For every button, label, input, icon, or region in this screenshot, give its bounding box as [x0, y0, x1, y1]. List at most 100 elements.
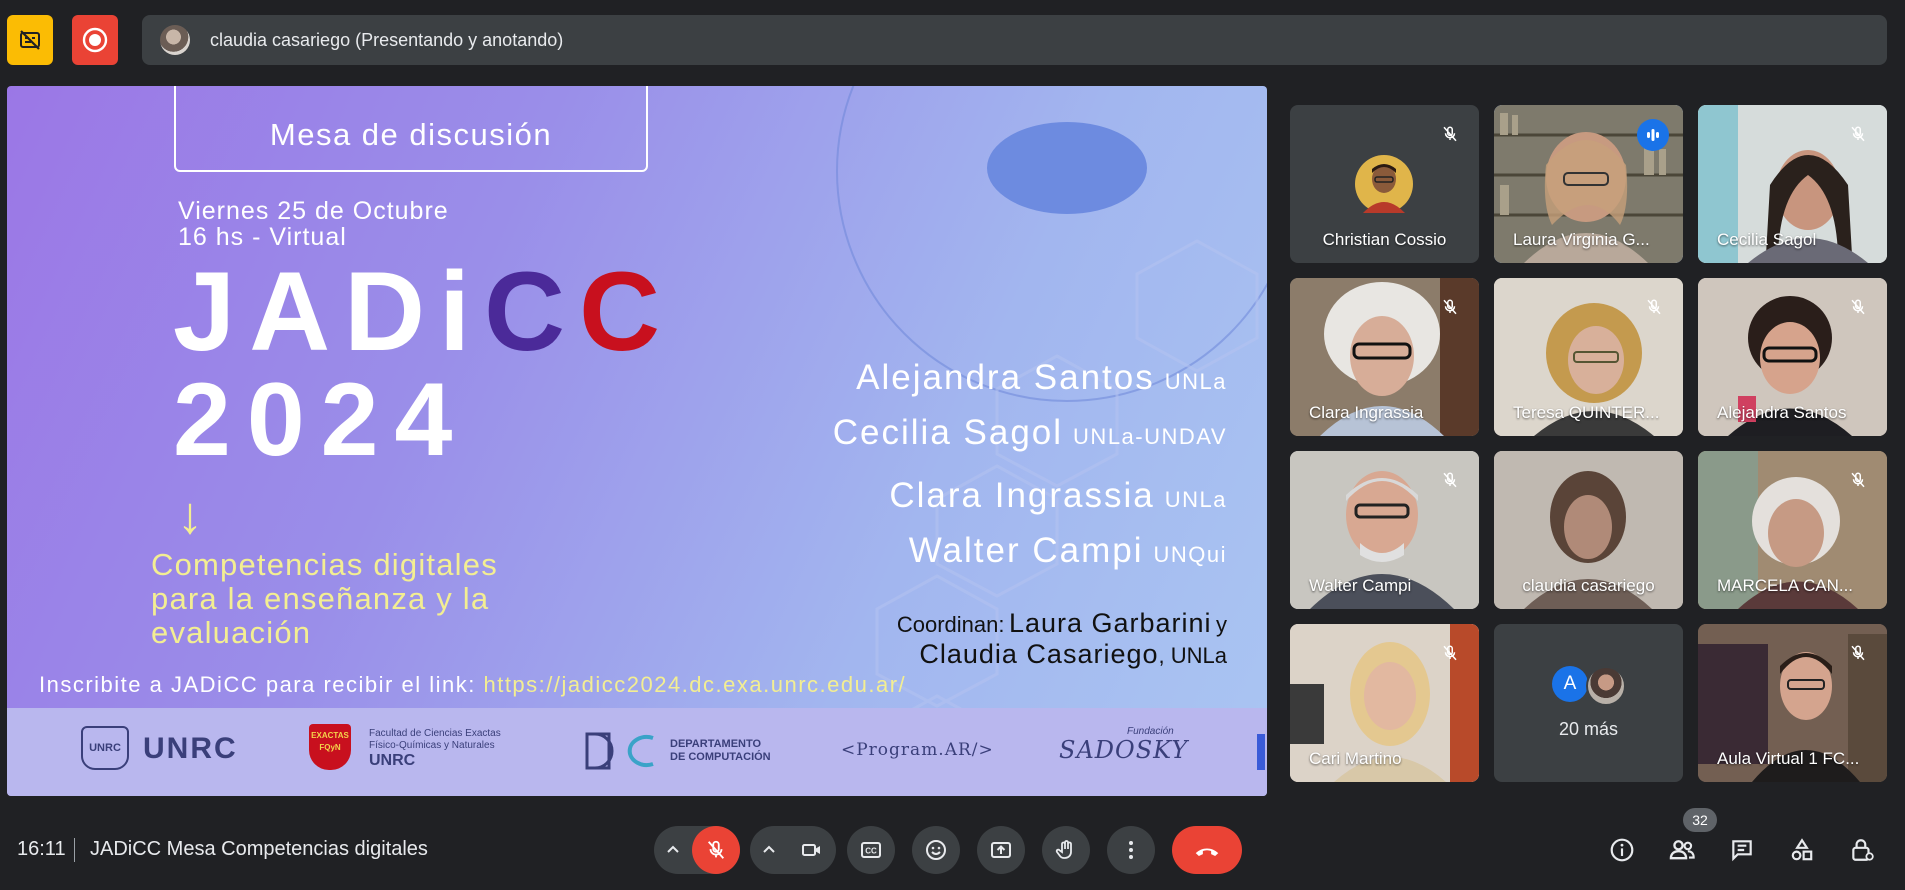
topic-line3: evaluación: [151, 615, 312, 650]
facultad-line2: Físico-Químicas y Naturales: [369, 740, 495, 751]
presenter-label: claudia casariego (Presentando y anotand…: [210, 29, 564, 50]
raise-hand-icon: [1055, 840, 1072, 859]
speaker-org: UNLa-UNDAV: [1073, 424, 1227, 449]
participant-name: Walter Campi: [1309, 576, 1412, 595]
people-button[interactable]: [1661, 829, 1703, 871]
presenter-banner[interactable]: claudia casariego (Presentando y anotand…: [142, 15, 1887, 65]
event-title-part2: C: [484, 249, 580, 374]
participant-tile[interactable]: MARCELA CAN...: [1698, 451, 1887, 609]
more-participants-tile[interactable]: A 20 más: [1494, 624, 1683, 782]
avatar: [1586, 666, 1626, 706]
exactas-badge-label2: FQyN: [319, 743, 341, 752]
speaker-name: Cecilia Sagol: [832, 413, 1064, 452]
participant-name: Aula Virtual 1 FC...: [1717, 749, 1860, 768]
more-options-button[interactable]: [1107, 826, 1155, 874]
speaker-1: Alejandra Santos UNLa: [856, 358, 1227, 398]
slide-date-line1: Viernes 25 de Octubre: [178, 197, 449, 225]
participant-name: Alejandra Santos: [1717, 403, 1847, 422]
host-controls-icon: [1852, 839, 1874, 861]
mic-off-icon: [1647, 299, 1661, 315]
speaker-name: Clara Ingrassia: [889, 476, 1155, 515]
participant-tile[interactable]: Alejandra Santos: [1698, 278, 1887, 436]
mic-off-icon: [1443, 472, 1457, 488]
coord-name2: Claudia Casariego: [919, 639, 1159, 669]
activities-button[interactable]: [1781, 829, 1823, 871]
recording-indicator[interactable]: [72, 15, 118, 65]
participant-name: MARCELA CAN...: [1717, 576, 1854, 595]
down-arrow-icon: ↓: [177, 487, 203, 545]
end-call-button[interactable]: [1172, 826, 1242, 874]
participant-tile[interactable]: Cecilia Sagol: [1698, 105, 1887, 263]
mic-toggle-button[interactable]: [692, 826, 740, 874]
more-vert-icon: [1129, 841, 1133, 859]
dc-logo-text: DEPARTAMENTO DE COMPUTACIÓN: [670, 738, 771, 764]
dc-line2: DE COMPUTACIÓN: [670, 751, 771, 763]
participant-tile[interactable]: Clara Ingrassia: [1290, 278, 1479, 436]
participant-tile[interactable]: Walter Campi: [1290, 451, 1479, 609]
mic-off-indicator: [1437, 640, 1463, 666]
svg-text:CC: CC: [865, 847, 877, 856]
speaker-org: UNLa: [1164, 487, 1227, 512]
people-icon: [1669, 840, 1695, 860]
record-icon: [82, 27, 108, 53]
chat-button[interactable]: [1721, 829, 1763, 871]
event-title: JADiCC: [173, 256, 674, 368]
present-icon: [991, 842, 1011, 858]
unrc-emblem-icon: UNRC: [81, 726, 129, 770]
exactas-badge-icon: EXACTAS FQyN: [309, 724, 351, 770]
participant-tile[interactable]: Laura Virginia G...: [1494, 105, 1683, 263]
participant-tile[interactable]: Teresa QUINTER...: [1494, 278, 1683, 436]
present-now-button[interactable]: [977, 826, 1025, 874]
slide-topic: Competencias digitales para la enseñanza…: [151, 548, 498, 650]
slide-logo-strip: UNRC UNRC EXACTAS FQyN Facultad de Cienci…: [7, 708, 1267, 796]
participant-tile[interactable]: Cari Martino: [1290, 624, 1479, 782]
slide-signup: Inscribite a JADiCC para recibir el link…: [39, 672, 906, 698]
reactions-button[interactable]: [912, 826, 960, 874]
captions-button[interactable]: CC: [847, 826, 895, 874]
meeting-title: JADiCC Mesa Competencias digitales: [90, 838, 428, 860]
slide-title-box: Mesa de discusión: [174, 86, 648, 172]
mic-off-indicator: [1437, 121, 1463, 147]
participant-name: Clara Ingrassia: [1309, 403, 1424, 422]
mic-off-icon: [1851, 645, 1865, 661]
facultad-line3: UNRC: [369, 752, 416, 769]
captions-off-icon: [20, 30, 40, 50]
audio-options-button[interactable]: [654, 842, 692, 858]
participant-tile[interactable]: Aula Virtual 1 FC...: [1698, 624, 1887, 782]
participant-name: Teresa QUINTER...: [1513, 403, 1660, 422]
more-participants-label: 20 más: [1558, 719, 1619, 739]
topic-line2: para la enseñanza y la: [151, 581, 490, 616]
mic-off-indicator: [1845, 121, 1871, 147]
chevron-up-icon: [763, 845, 775, 853]
participant-name: Laura Virginia G...: [1513, 230, 1650, 249]
meeting-details-button[interactable]: [1601, 829, 1643, 871]
dc-logo-icon: [585, 732, 654, 770]
participant-tile[interactable]: claudia casariego: [1494, 451, 1683, 609]
mic-off-icon: [707, 840, 725, 859]
slide-edge-mark: [1257, 734, 1265, 770]
speaker-3: Clara Ingrassia UNLa: [889, 476, 1227, 516]
activities-icon: [1791, 838, 1813, 861]
mic-off-icon: [1443, 645, 1457, 661]
raise-hand-button[interactable]: [1042, 826, 1090, 874]
presenter-avatar: [160, 25, 190, 55]
facultad-logo: Facultad de Ciencias Exactas Físico-Quími…: [369, 728, 501, 770]
more-participants-avatars: A: [1552, 666, 1626, 706]
captions-off-button[interactable]: [7, 15, 53, 65]
speaker-name: Walter Campi: [908, 531, 1144, 570]
cc-icon: CC: [861, 842, 881, 858]
participant-tile[interactable]: Christian Cossio: [1290, 105, 1479, 263]
host-controls-button[interactable]: [1841, 829, 1883, 871]
mic-off-indicator: [1845, 467, 1871, 493]
event-title-part3: C: [579, 249, 674, 374]
divider: [74, 838, 75, 862]
camera-toggle-button[interactable]: [788, 826, 836, 874]
speaking-indicator: [1637, 119, 1669, 151]
participant-avatar: [1355, 155, 1413, 213]
signup-text: Inscribite a JADiCC para recibir el link…: [39, 672, 476, 697]
video-control-group: [750, 826, 836, 874]
mic-off-icon: [1443, 299, 1457, 315]
event-title-part1: JADi: [173, 249, 485, 374]
slide-date: Viernes 25 de Octubre 16 hs - Virtual: [178, 198, 449, 250]
video-options-button[interactable]: [750, 842, 788, 858]
